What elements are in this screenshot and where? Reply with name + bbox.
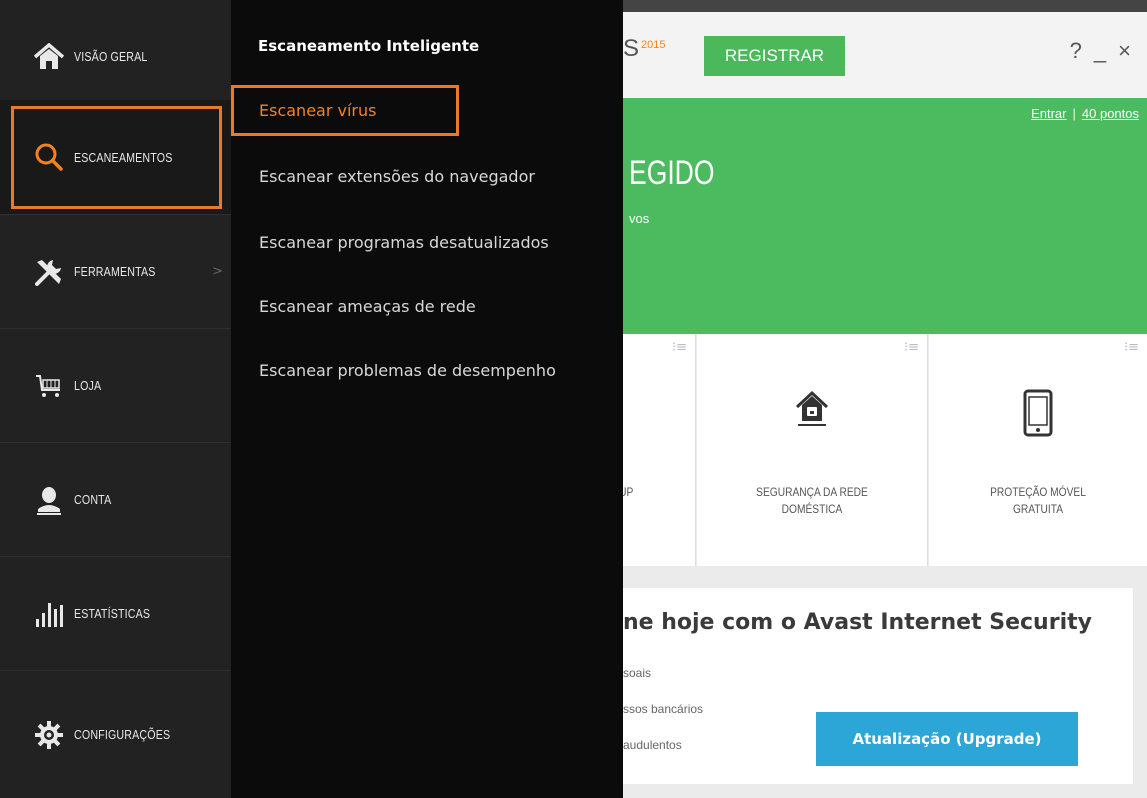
- close-button[interactable]: ×: [1118, 38, 1131, 64]
- tools-icon: [32, 255, 66, 289]
- home-icon: [32, 40, 66, 74]
- submenu-item-label: Escanear problemas de desempenho: [259, 360, 556, 380]
- sidebar-item-label: ESTATÍSTICAS: [74, 606, 151, 621]
- cart-icon: [32, 369, 66, 403]
- highlight-box: [231, 85, 459, 136]
- submenu-item-label: Escanear ameaças de rede: [259, 296, 476, 316]
- sidebar-item-label: CONFIGURAÇÕES: [74, 727, 171, 742]
- smartphone-icon: [1023, 389, 1053, 437]
- sidebar-item-scans[interactable]: ESCANEAMENTOS: [0, 100, 231, 215]
- register-button[interactable]: REGISTRAR: [704, 36, 845, 76]
- minimize-button[interactable]: _: [1094, 38, 1106, 64]
- sidebar: VISÃO GERAL ESCANEAMENTOS FERRAMENTAS >: [0, 0, 231, 798]
- tile-label: SEGURANÇA DA REDE DOMÉSTICA: [756, 485, 868, 516]
- upgrade-button[interactable]: Atualização (Upgrade): [816, 712, 1078, 766]
- tile-home-network-security[interactable]: ⁝≡ SEGURANÇA DA REDE DOMÉSTICA: [697, 334, 928, 566]
- points-link[interactable]: 40 pontos: [1082, 106, 1139, 121]
- submenu-item-smart-scan[interactable]: Escaneamento Inteligente: [258, 37, 479, 55]
- promo-benefit: soais: [623, 666, 652, 680]
- stats-icon: [32, 597, 66, 631]
- home-network-icon: [795, 390, 829, 426]
- submenu-item-scan-performance-issues[interactable]: Escanear problemas de desempenho: [231, 343, 623, 397]
- submenu-item-scan-browser-extensions[interactable]: Escanear extensões do navegador: [231, 149, 623, 203]
- gear-icon: [32, 718, 66, 752]
- tile-backup[interactable]: ⁝≡ UP: [619, 334, 696, 566]
- sidebar-item-store[interactable]: LOJA: [0, 329, 231, 443]
- submenu-item-scan-outdated-software[interactable]: Escanear programas desatualizados: [231, 215, 623, 269]
- sidebar-item-label: LOJA: [74, 378, 102, 393]
- sidebar-item-statistics[interactable]: ESTATÍSTICAS: [0, 557, 231, 671]
- link-divider: |: [1072, 106, 1076, 121]
- promo-benefit: ssos bancários: [623, 702, 704, 716]
- account-links: Entrar | 40 pontos: [1031, 106, 1139, 121]
- status-subtitle: vos: [629, 211, 650, 226]
- tile-label: UP: [619, 485, 634, 499]
- sidebar-item-settings[interactable]: CONFIGURAÇÕES: [0, 671, 231, 798]
- status-title: EGIDO: [629, 154, 715, 192]
- submenu-item-scan-network-threats[interactable]: Escanear ameaças de rede: [231, 279, 623, 333]
- brand-name: S: [623, 35, 640, 62]
- window-controls: ? _ ×: [1070, 38, 1131, 64]
- sidebar-item-label: ESCANEAMENTOS: [74, 149, 173, 165]
- sidebar-item-account[interactable]: CONTA: [0, 443, 231, 557]
- sidebar-item-overview[interactable]: VISÃO GERAL: [0, 0, 231, 114]
- sidebar-item-label: CONTA: [74, 492, 112, 507]
- brand-year: 2015: [641, 39, 666, 51]
- tile-menu-icon[interactable]: ⁝≡: [1124, 340, 1139, 355]
- tile-free-mobile-protection[interactable]: ⁝≡ PROTEÇÃO MÓVEL GRATUITA: [929, 334, 1147, 566]
- sidebar-item-tools[interactable]: FERRAMENTAS >: [0, 215, 231, 329]
- tile-menu-icon[interactable]: ⁝≡: [904, 340, 919, 355]
- help-button[interactable]: ?: [1070, 38, 1082, 64]
- promo-benefit: audulentos: [623, 738, 682, 752]
- login-link[interactable]: Entrar: [1031, 106, 1066, 121]
- submenu-item-scan-virus[interactable]: Escanear vírus: [231, 85, 623, 136]
- user-icon: [32, 483, 66, 517]
- tile-label: PROTEÇÃO MÓVEL GRATUITA: [990, 485, 1086, 516]
- sidebar-item-label: VISÃO GERAL: [74, 49, 148, 64]
- submenu-item-label: Escanear programas desatualizados: [259, 232, 549, 252]
- promo-title: ne hoje com o Avast Internet Security: [623, 610, 1092, 635]
- chevron-right-icon: >: [212, 264, 223, 279]
- scans-submenu: Escaneamento Inteligente Escanear vírus …: [231, 0, 623, 798]
- tile-menu-icon[interactable]: ⁝≡: [672, 340, 687, 355]
- upgrade-promo: ne hoje com o Avast Internet Security so…: [623, 588, 1133, 784]
- sidebar-item-label: FERRAMENTAS: [74, 264, 156, 279]
- submenu-item-label: Escanear extensões do navegador: [259, 166, 535, 186]
